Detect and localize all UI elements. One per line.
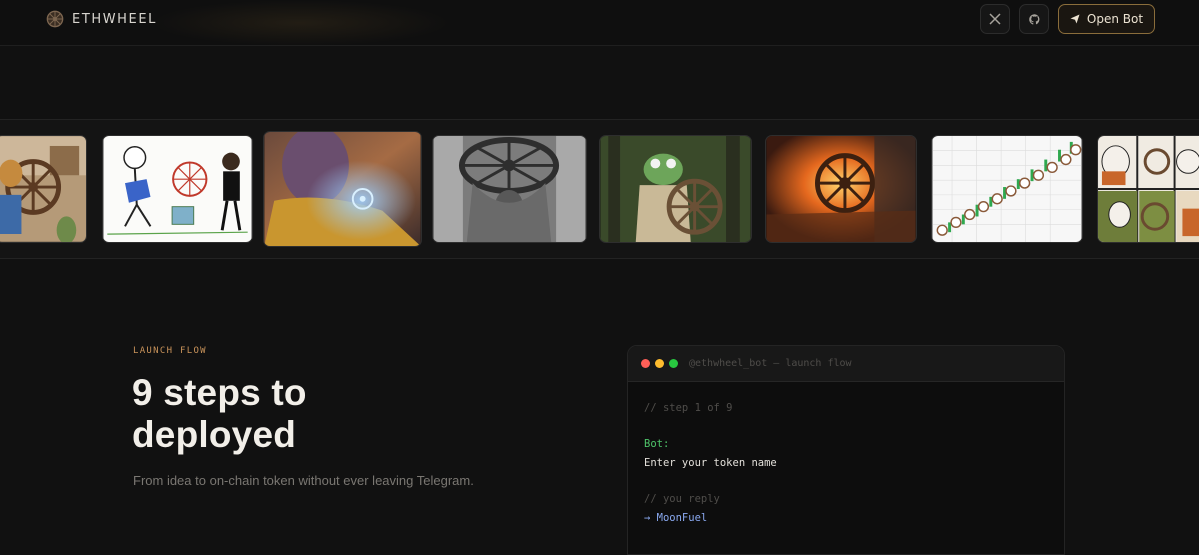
gallery-item-stick-figures-wheel[interactable] — [102, 135, 253, 243]
terminal-titlebar: @ethwheel_bot — launch flow — [628, 346, 1064, 382]
brand[interactable]: ETHWHEEL — [46, 8, 157, 30]
terminal-title: @ethwheel_bot — launch flow — [689, 358, 852, 369]
launch-subtext: From idea to on-chain token without ever… — [133, 473, 474, 488]
bear-wheel-image — [0, 136, 86, 242]
nav-glow — [150, 0, 450, 46]
reply-comment: // you reply — [644, 493, 720, 505]
pepe-wheel-image — [600, 136, 751, 242]
thanos-wheel-image — [264, 132, 421, 246]
gallery-item-comic-wheel[interactable] — [1097, 135, 1199, 243]
reply-value: → MoonFuel — [644, 512, 708, 524]
launch-headline: 9 steps to deployed — [132, 372, 307, 456]
open-bot-button[interactable]: Open Bot — [1058, 4, 1155, 34]
gallery-item-pepe-wheel[interactable] — [599, 135, 752, 243]
github-icon — [1028, 13, 1039, 25]
burning-wheel-image — [766, 136, 916, 242]
stick-figures-wheel-image — [103, 136, 252, 242]
meme-gallery — [0, 119, 1199, 259]
headline-line-2: deployed — [132, 414, 297, 455]
brand-name: ETHWHEEL — [72, 11, 158, 27]
headline-line-1: 9 steps to — [132, 372, 307, 413]
top-nav: ETHWHEEL Open Bot — [0, 0, 1199, 46]
minimize-dot-icon — [655, 359, 664, 368]
github-link-button[interactable] — [1019, 4, 1049, 34]
gallery-item-strongman-wheel[interactable] — [432, 135, 587, 243]
comic-wheel-image — [1098, 136, 1199, 242]
gallery-item-thanos-wheel[interactable] — [263, 131, 422, 247]
bot-label: Bot: — [644, 438, 670, 450]
gallery-item-wheel-chart[interactable] — [931, 135, 1083, 243]
step-comment: // step 1 of 9 — [644, 402, 733, 414]
open-bot-label: Open Bot — [1086, 12, 1144, 26]
wheel-chart-image — [932, 136, 1082, 242]
terminal-window: @ethwheel_bot — launch flow // step 1 of… — [627, 345, 1065, 555]
strongman-wheel-image — [433, 136, 586, 242]
x-link-button[interactable] — [980, 4, 1010, 34]
gallery-item-burning-wheel[interactable] — [765, 135, 917, 243]
launch-flow-eyebrow: LAUNCH FLOW — [133, 346, 207, 356]
bot-message: Enter your token name — [644, 457, 777, 469]
gallery-item-bear-with-wheel[interactable] — [0, 135, 87, 243]
x-icon — [989, 13, 1001, 25]
send-icon — [1070, 14, 1080, 24]
wheel-logo-icon — [46, 10, 64, 28]
close-dot-icon — [641, 359, 650, 368]
maximize-dot-icon — [669, 359, 678, 368]
